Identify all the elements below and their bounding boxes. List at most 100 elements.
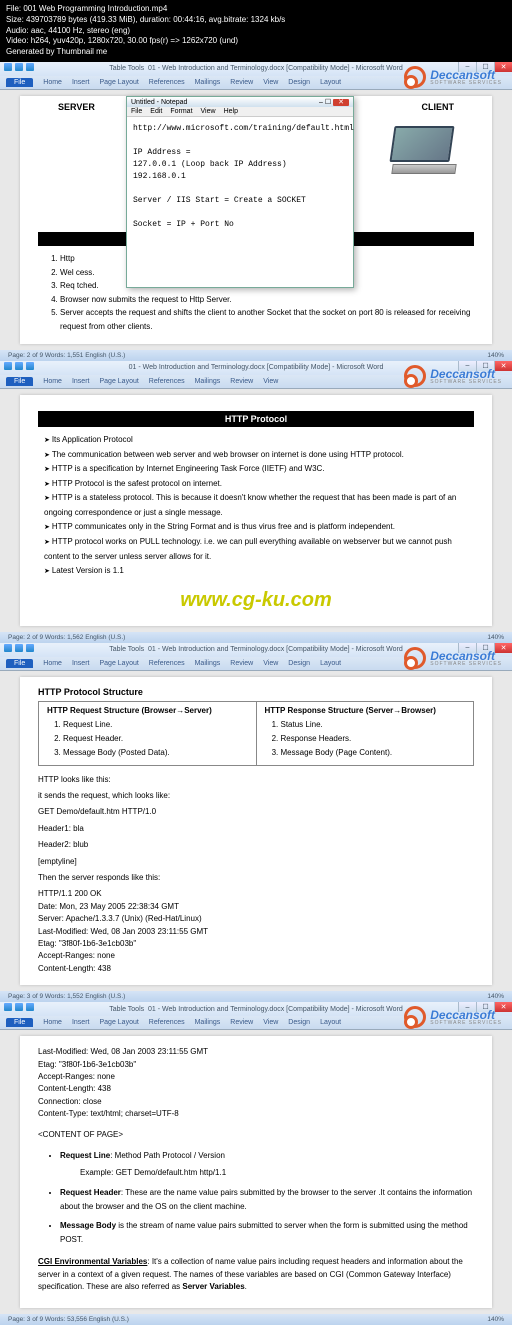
tab-insert[interactable]: Insert <box>72 660 90 667</box>
tab-references[interactable]: References <box>149 660 185 667</box>
cont-line: Accept-Ranges: none <box>38 1071 474 1083</box>
quick-access-toolbar[interactable] <box>4 643 34 653</box>
word-panel-3: –☐✕ Table Tools 01 - Web Introduction an… <box>0 643 512 1003</box>
deccansoft-logo: DeccansoftSOFTWARE SERVICES <box>404 647 502 669</box>
tab-insert[interactable]: Insert <box>72 1019 90 1026</box>
tab-home[interactable]: Home <box>43 79 62 86</box>
tab-insert[interactable]: Insert <box>72 79 90 86</box>
tab-file[interactable]: File <box>6 1018 33 1027</box>
np-menu-edit[interactable]: Edit <box>150 108 162 115</box>
quick-access-toolbar[interactable] <box>4 361 34 371</box>
response-header-cell: HTTP Response Structure (Server→Browser) <box>265 706 466 715</box>
table-tools-tab[interactable]: Table Tools <box>109 646 144 653</box>
notepad-title: Untitled - Notepad <box>131 99 187 106</box>
status-left: Page: 3 of 9 Words: 1,552 English (U.S.) <box>8 993 125 1000</box>
table-tools-tab[interactable]: Table Tools <box>109 1006 144 1013</box>
tab-mailings[interactable]: Mailings <box>195 660 221 667</box>
list-item: HTTP is a stateless protocol. This is be… <box>44 491 474 520</box>
np-menu-file[interactable]: File <box>131 108 142 115</box>
watermark-url: www.cg-ku.com <box>38 589 474 612</box>
tab-review[interactable]: Review <box>230 1019 253 1026</box>
logo-subtitle: SOFTWARE SERVICES <box>430 80 502 86</box>
tab-file[interactable]: File <box>6 78 33 87</box>
tab-page-layout[interactable]: Page Layout <box>99 378 138 385</box>
resp-line: Etag: "3f80f-1b6-3e1cb03b" <box>38 938 474 950</box>
notepad-window[interactable]: Untitled - Notepad – ☐ ✕ File Edit Forma… <box>126 96 354 288</box>
notepad-menu[interactable]: File Edit Format View Help <box>127 107 353 117</box>
list-item: Latest Version is 1.1 <box>44 564 474 579</box>
notepad-min[interactable]: – <box>319 99 323 106</box>
list-item: Response Headers. <box>281 732 466 746</box>
window-title: 01 - Web Introduction and Terminology.do… <box>148 646 403 653</box>
tab-file[interactable]: File <box>6 377 33 386</box>
np-menu-help[interactable]: Help <box>224 108 238 115</box>
tab-home[interactable]: Home <box>43 1019 62 1026</box>
tab-page-layout[interactable]: Page Layout <box>99 1019 138 1026</box>
tab-references[interactable]: References <box>149 79 185 86</box>
tab-layout[interactable]: Layout <box>320 79 341 86</box>
tab-review[interactable]: Review <box>230 378 253 385</box>
tab-layout[interactable]: Layout <box>320 1019 341 1026</box>
cont-line: Connection: close <box>38 1096 474 1108</box>
generated-line: Generated by Thumbnail me <box>6 47 506 58</box>
tab-page-layout[interactable]: Page Layout <box>99 79 138 86</box>
tab-home[interactable]: Home <box>43 378 62 385</box>
tab-mailings[interactable]: Mailings <box>195 378 221 385</box>
tab-references[interactable]: References <box>149 1019 185 1026</box>
tab-design[interactable]: Design <box>288 660 310 667</box>
tab-mailings[interactable]: Mailings <box>195 79 221 86</box>
empty-line: [emptyline] <box>38 856 474 868</box>
np-menu-format[interactable]: Format <box>170 108 192 115</box>
tab-mailings[interactable]: Mailings <box>195 1019 221 1026</box>
logo-icon <box>404 647 426 669</box>
notepad-controls[interactable]: – ☐ ✕ <box>319 98 349 106</box>
tab-layout[interactable]: Layout <box>320 660 341 667</box>
tab-page-layout[interactable]: Page Layout <box>99 660 138 667</box>
quick-access-toolbar[interactable] <box>4 1002 34 1012</box>
status-zoom[interactable]: 140% <box>487 634 504 641</box>
table-tools-tab[interactable]: Table Tools <box>109 65 144 72</box>
tab-view[interactable]: View <box>263 378 278 385</box>
list-item: Message Body is the stream of name value… <box>60 1219 474 1246</box>
tab-references[interactable]: References <box>149 378 185 385</box>
request-line-example: Example: GET Demo/default.htm http/1.1 <box>80 1166 474 1180</box>
tab-insert[interactable]: Insert <box>72 378 90 385</box>
status-bar-3: Page: 3 of 9 Words: 1,552 English (U.S.)… <box>0 991 512 1002</box>
header1: Header1: bla <box>38 823 474 835</box>
np-menu-view[interactable]: View <box>201 108 216 115</box>
notepad-max[interactable]: ☐ <box>325 99 331 106</box>
list-item: Request Line. <box>63 718 248 732</box>
tab-design[interactable]: Design <box>288 1019 310 1026</box>
document-page-3: HTTP Protocol Structure HTTP Request Str… <box>20 677 492 986</box>
status-zoom[interactable]: 140% <box>487 993 504 1000</box>
file-line: File: 001 Web Programming Introduction.m… <box>6 4 506 15</box>
notepad-close[interactable]: ✕ <box>333 99 349 106</box>
tab-home[interactable]: Home <box>43 660 62 667</box>
cont-line: Etag: "3f80f-1b6-3e1cb03b" <box>38 1059 474 1071</box>
status-zoom[interactable]: 140% <box>487 1316 504 1323</box>
window-title: 01 - Web Introduction and Terminology.do… <box>129 364 384 371</box>
laptop-illustration <box>392 126 462 176</box>
status-zoom[interactable]: 140% <box>487 352 504 359</box>
status-bar-1: Page: 2 of 9 Words: 1,551 English (U.S.)… <box>0 350 512 361</box>
tab-file[interactable]: File <box>6 659 33 668</box>
tab-view[interactable]: View <box>263 1019 278 1026</box>
logo-subtitle: SOFTWARE SERVICES <box>430 661 502 667</box>
server-variables-bold: Server Variables <box>182 1282 244 1291</box>
list-item: Its Application Protocol <box>44 433 474 448</box>
tab-review[interactable]: Review <box>230 79 253 86</box>
cgi-paragraph: CGI Environmental Variables: It's a coll… <box>38 1256 474 1293</box>
quick-access-toolbar[interactable] <box>4 62 34 72</box>
list-item: Server accepts the request and shifts th… <box>60 306 474 333</box>
audio-line: Audio: aac, 44100 Hz, stereo (eng) <box>6 26 506 37</box>
status-left: Page: 2 of 9 Words: 1,551 English (U.S.) <box>8 352 125 359</box>
notepad-text-area[interactable]: http://www.microsoft.com/training/defaul… <box>127 117 353 287</box>
video-metadata-header: File: 001 Web Programming Introduction.m… <box>0 0 512 62</box>
tab-view[interactable]: View <box>263 660 278 667</box>
logo-icon <box>404 365 426 387</box>
tab-design[interactable]: Design <box>288 79 310 86</box>
tab-review[interactable]: Review <box>230 660 253 667</box>
tab-view[interactable]: View <box>263 79 278 86</box>
list-item: Status Line. <box>281 718 466 732</box>
response-intro: Then the server responds like this: <box>38 872 474 884</box>
